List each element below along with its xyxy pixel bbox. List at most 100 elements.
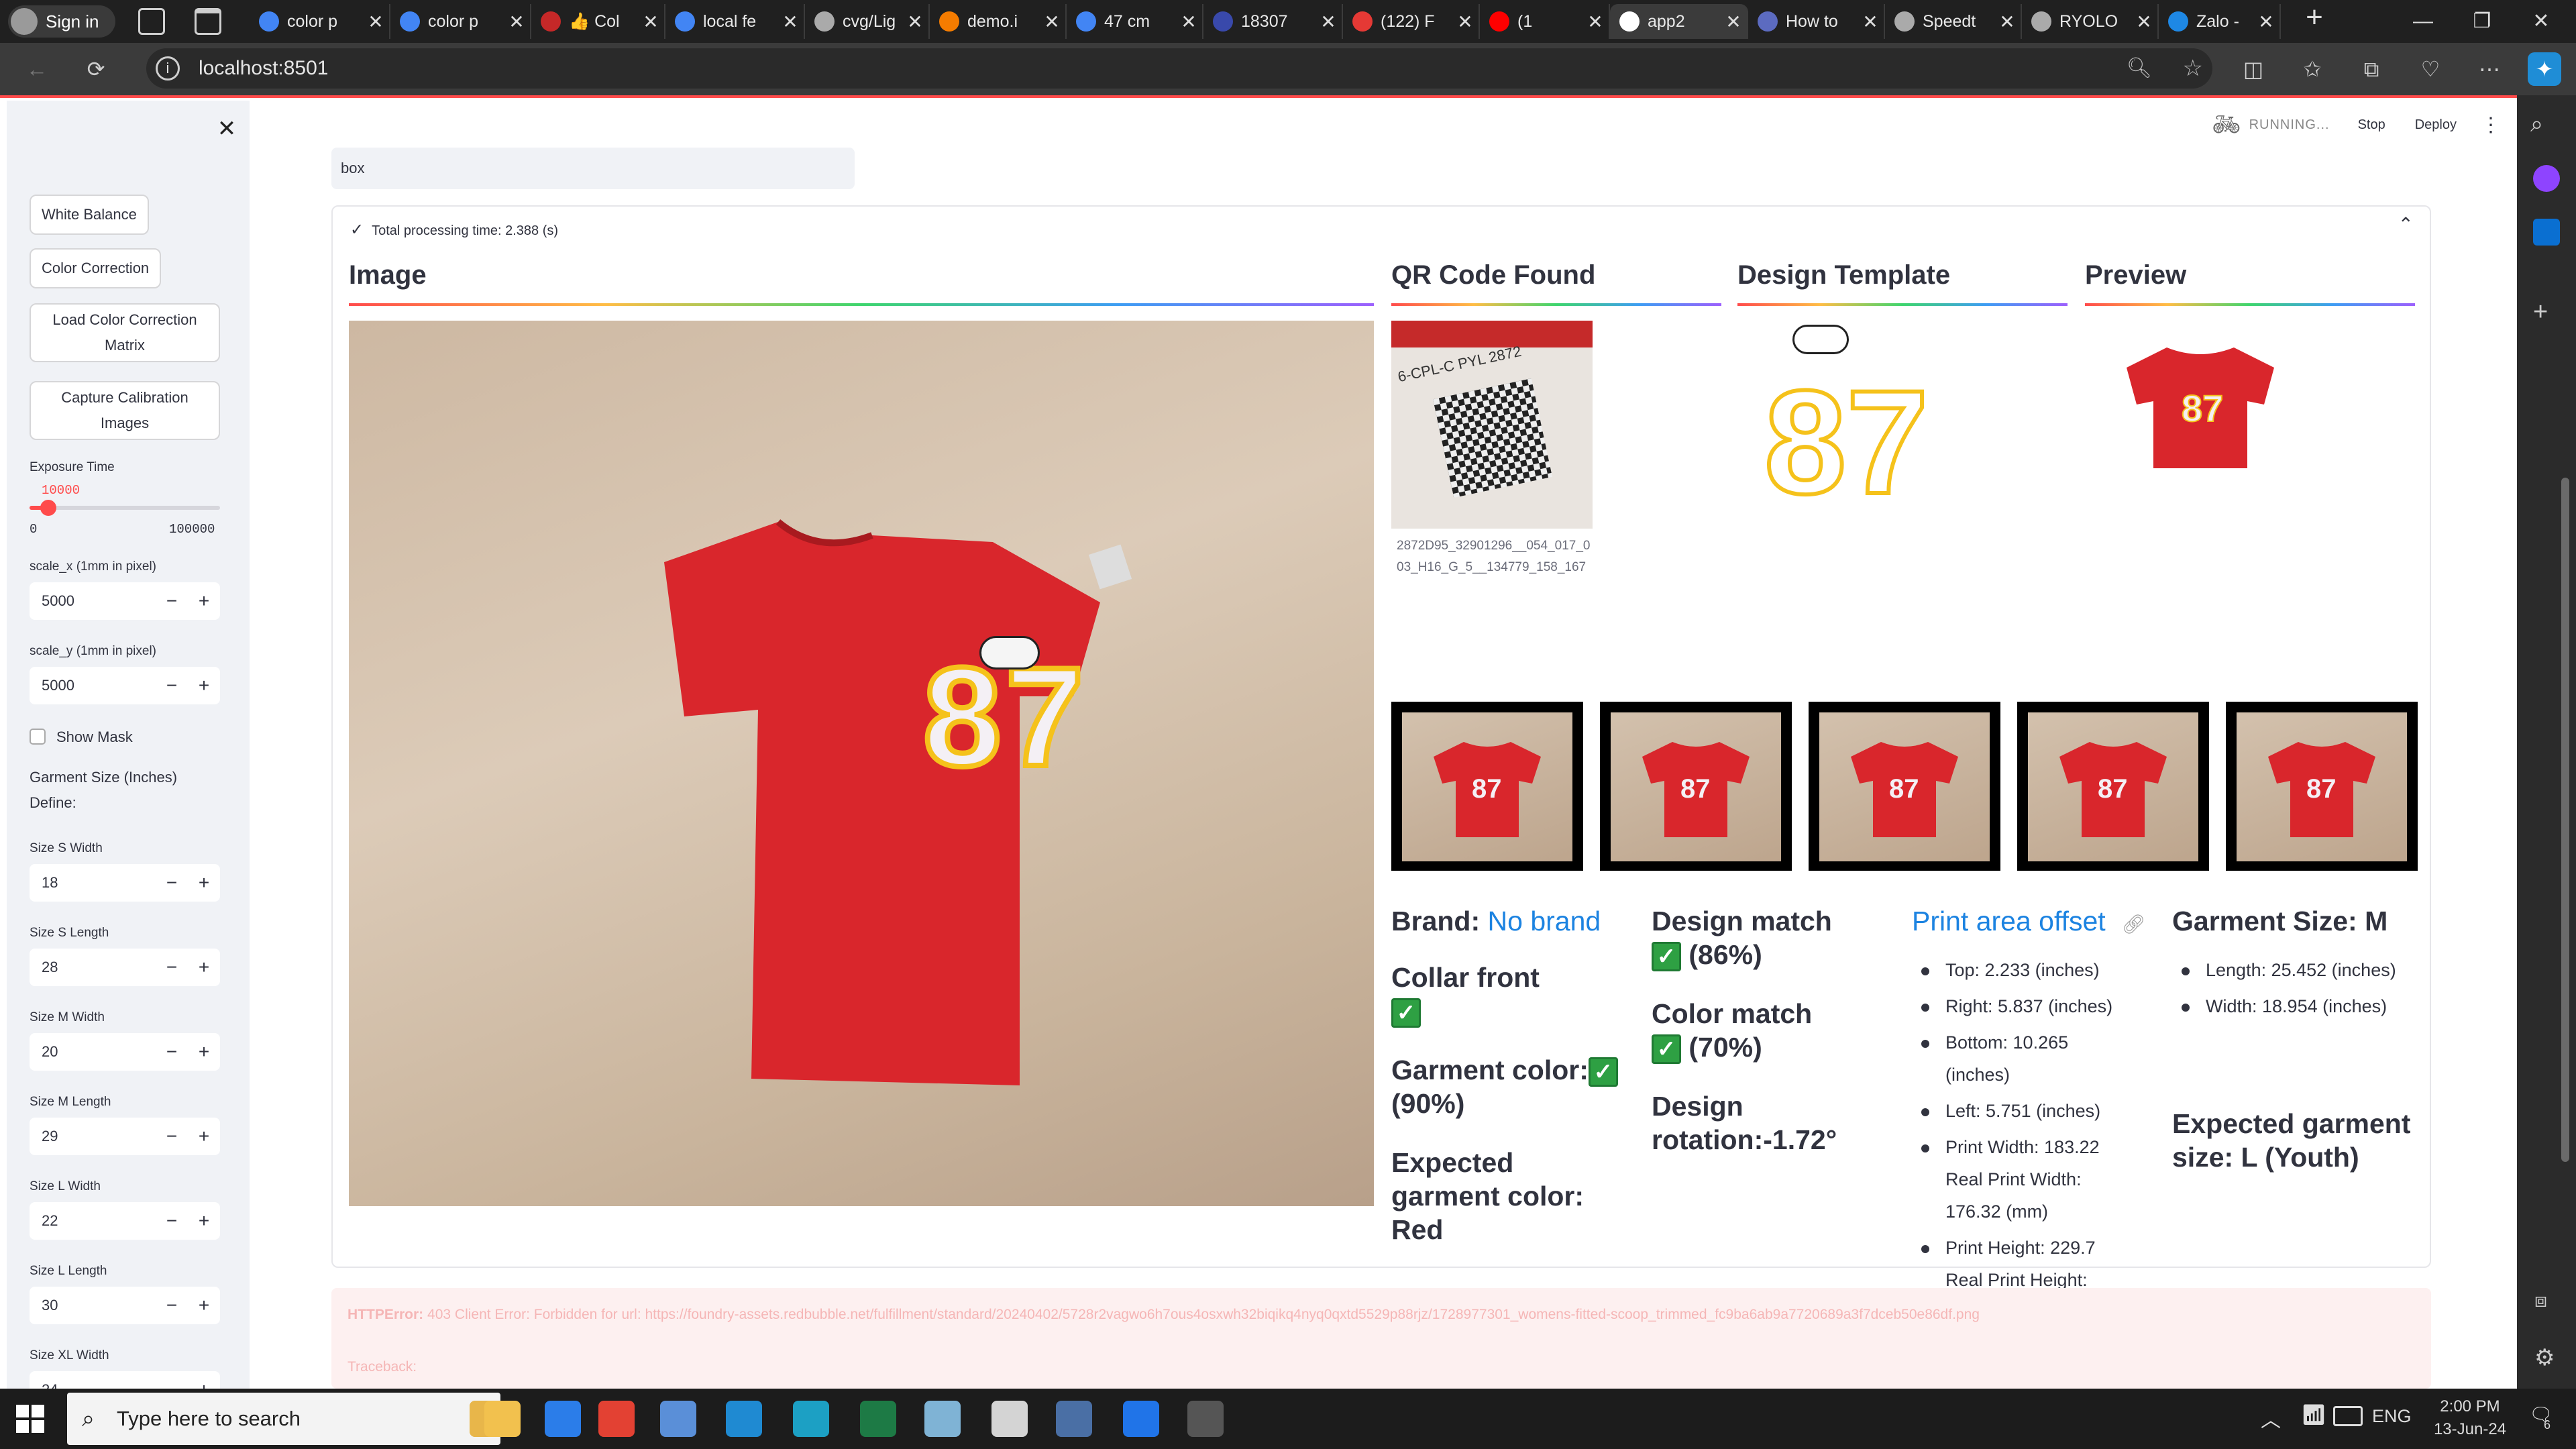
browser-tab[interactable]: 18307 ✕ xyxy=(1203,4,1343,39)
add-sidebar-app-icon[interactable]: + xyxy=(2533,298,2548,327)
browser-tab[interactable]: 47 cm ✕ xyxy=(1067,4,1203,39)
tab-close-icon[interactable]: ✕ xyxy=(902,11,928,33)
close-sidebar-icon[interactable]: ✕ xyxy=(208,110,246,148)
increment-button[interactable]: + xyxy=(188,1295,220,1316)
collapse-chevron-icon[interactable]: ⌃ xyxy=(2398,213,2414,235)
browser-tab[interactable]: How to ✕ xyxy=(1748,4,1885,39)
browser-tab[interactable]: color p ✕ xyxy=(390,4,531,39)
decrement-button[interactable]: − xyxy=(156,957,188,978)
zalo-icon[interactable] xyxy=(1123,1401,1159,1437)
favorites-icon[interactable]: ✩ xyxy=(2296,52,2329,86)
browser-tab[interactable]: (122) F ✕ xyxy=(1343,4,1480,39)
site-info-icon[interactable]: i xyxy=(156,56,180,80)
close-window-icon[interactable]: ✕ xyxy=(2517,5,2565,38)
text-input[interactable]: box xyxy=(331,148,855,189)
tab-close-icon[interactable]: ✕ xyxy=(1315,11,1342,33)
remote-desktop-icon[interactable] xyxy=(660,1401,696,1437)
tab-close-icon[interactable]: ✕ xyxy=(777,11,804,33)
tab-close-icon[interactable]: ✕ xyxy=(2253,11,2279,33)
size-input[interactable]: 20 − + xyxy=(30,1033,220,1071)
increment-button[interactable]: + xyxy=(188,872,220,894)
network-icon[interactable]: 📶︎ xyxy=(2301,1403,2326,1427)
vscode-icon[interactable] xyxy=(726,1401,762,1437)
scale-x-input[interactable]: 5000 − + xyxy=(30,582,220,620)
increment-button[interactable]: + xyxy=(188,1210,220,1232)
decrement-button[interactable]: − xyxy=(156,1041,188,1063)
tab-close-icon[interactable]: ✕ xyxy=(1857,11,1884,33)
exposure-slider-thumb[interactable] xyxy=(40,500,57,516)
expander-header[interactable]: ✓ Total processing time: 2.388 (s) xyxy=(350,220,558,239)
size-input[interactable]: 22 − + xyxy=(30,1202,220,1240)
outlook-icon[interactable] xyxy=(2533,219,2560,246)
increment-button[interactable]: + xyxy=(188,1126,220,1147)
favorite-star-icon[interactable]: ☆ xyxy=(2183,48,2203,89)
language-indicator[interactable]: ENG xyxy=(2372,1406,2412,1427)
paint-icon[interactable] xyxy=(991,1401,1028,1437)
tab-close-icon[interactable]: ✕ xyxy=(637,11,664,33)
size-input[interactable]: 18 − + xyxy=(30,864,220,902)
size-input[interactable]: 29 − + xyxy=(30,1118,220,1155)
browser-tab[interactable]: local fe ✕ xyxy=(665,4,805,39)
calculator-icon[interactable] xyxy=(1056,1401,1092,1437)
anchor-link-icon[interactable]: 🔗︎ xyxy=(2122,914,2146,934)
tab-close-icon[interactable]: ✕ xyxy=(503,11,530,33)
file-explorer-icon[interactable] xyxy=(484,1401,521,1437)
browser-tab[interactable]: demo.i ✕ xyxy=(930,4,1067,39)
browser-tab[interactable]: Speedt ✕ xyxy=(1885,4,2022,39)
white-balance-button[interactable]: White Balance xyxy=(30,195,149,235)
browser-essentials-icon[interactable]: ♡ xyxy=(2414,52,2447,86)
tab-close-icon[interactable]: ✕ xyxy=(1175,11,1202,33)
increment-button[interactable]: + xyxy=(188,590,220,612)
scale-y-input[interactable]: 5000 − + xyxy=(30,667,220,704)
keyboard-icon[interactable] xyxy=(2333,1406,2363,1426)
edge-icon[interactable] xyxy=(793,1401,829,1437)
decrement-button[interactable]: − xyxy=(156,1210,188,1232)
browser-tab[interactable]: Zalo - ✕ xyxy=(2159,4,2281,39)
show-mask-checkbox[interactable] xyxy=(30,729,46,745)
more-menu-icon[interactable]: ⋯ xyxy=(2473,52,2506,86)
browser-tab[interactable]: 👍 Col ✕ xyxy=(531,4,665,39)
tab-close-icon[interactable]: ✕ xyxy=(1582,11,1609,33)
browser-tab[interactable]: app2 ✕ xyxy=(1610,4,1748,39)
decrement-button[interactable]: − xyxy=(156,1126,188,1147)
tab-close-icon[interactable]: ✕ xyxy=(1452,11,1479,33)
address-bar[interactable]: i localhost:8501 🔍︎ ☆ xyxy=(146,48,2212,89)
split-screen-icon[interactable]: ◫ xyxy=(2237,52,2270,86)
minimize-icon[interactable]: — xyxy=(2399,5,2447,38)
copilot-icon[interactable]: ✦ xyxy=(2528,52,2561,86)
screenshot-icon[interactable]: ⧈ xyxy=(2534,1289,2547,1312)
store-icon[interactable] xyxy=(545,1401,581,1437)
workspaces-icon[interactable] xyxy=(138,8,165,35)
size-input[interactable]: 28 − + xyxy=(30,949,220,986)
browser-tab[interactable]: color p ✕ xyxy=(250,4,390,39)
browser-tab[interactable]: RYOLO ✕ xyxy=(2022,4,2159,39)
excel-icon[interactable] xyxy=(860,1401,896,1437)
start-icon[interactable] xyxy=(16,1405,44,1433)
tab-close-icon[interactable]: ✕ xyxy=(1720,11,1747,33)
increment-button[interactable]: + xyxy=(188,957,220,978)
browser-tab[interactable]: (1 ✕ xyxy=(1480,4,1610,39)
taskbar-search[interactable]: ⌕ Type here to search xyxy=(67,1393,500,1445)
profile-button[interactable]: Sign in xyxy=(8,5,115,38)
notepad-icon[interactable] xyxy=(924,1401,961,1437)
decrement-button[interactable]: − xyxy=(156,872,188,894)
deploy-button[interactable]: Deploy xyxy=(2415,117,2457,133)
increment-button[interactable]: + xyxy=(188,1041,220,1063)
search-icon[interactable]: ⌕ xyxy=(2530,111,2543,138)
stop-button[interactable]: Stop xyxy=(2358,117,2385,133)
settings-gear-icon[interactable]: ⚙ xyxy=(2534,1344,2555,1371)
decrement-button[interactable]: − xyxy=(156,590,188,612)
decrement-button[interactable]: − xyxy=(156,675,188,696)
increment-button[interactable]: + xyxy=(188,675,220,696)
copilot-sidebar-icon[interactable] xyxy=(2533,165,2560,192)
main-menu-icon[interactable]: ⋮ xyxy=(2481,113,2501,137)
exposure-slider-track[interactable] xyxy=(30,500,220,516)
capture-calibration-images-button[interactable]: Capture Calibration Images xyxy=(30,381,220,440)
refresh-icon[interactable]: ⟳ xyxy=(79,52,113,86)
collections-icon[interactable]: ⧉ xyxy=(2355,52,2388,86)
tab-close-icon[interactable]: ✕ xyxy=(362,11,389,33)
size-input[interactable]: 30 − + xyxy=(30,1287,220,1324)
restore-icon[interactable]: ❐ xyxy=(2458,5,2506,38)
tab-actions-icon[interactable] xyxy=(195,8,221,35)
new-tab-button[interactable]: + xyxy=(2290,1,2339,34)
